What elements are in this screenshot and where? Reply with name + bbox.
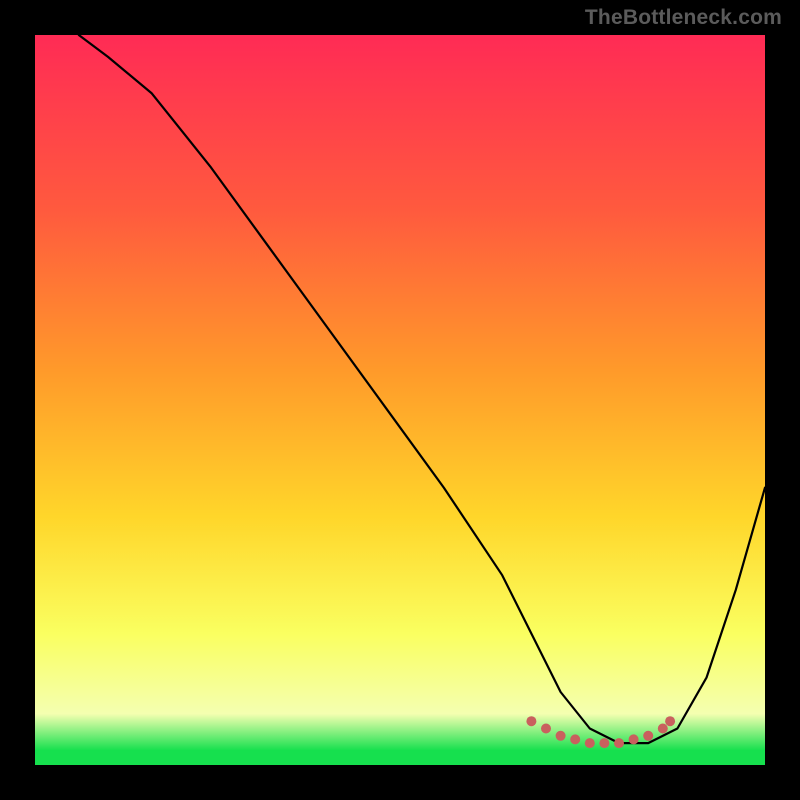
bottleneck-curve bbox=[79, 35, 765, 743]
min-dot bbox=[599, 738, 609, 748]
chart-frame: TheBottleneck.com bbox=[0, 0, 800, 800]
min-dot bbox=[665, 716, 675, 726]
min-dot bbox=[629, 734, 639, 744]
min-band-dots bbox=[526, 716, 675, 748]
min-dot bbox=[541, 724, 551, 734]
curve-layer bbox=[35, 35, 765, 765]
min-dot bbox=[585, 738, 595, 748]
plot-area bbox=[35, 35, 765, 765]
min-dot bbox=[570, 734, 580, 744]
watermark-text: TheBottleneck.com bbox=[585, 6, 782, 30]
min-dot bbox=[556, 731, 566, 741]
min-dot bbox=[658, 724, 668, 734]
min-dot bbox=[643, 731, 653, 741]
min-dot bbox=[614, 738, 624, 748]
min-dot bbox=[526, 716, 536, 726]
